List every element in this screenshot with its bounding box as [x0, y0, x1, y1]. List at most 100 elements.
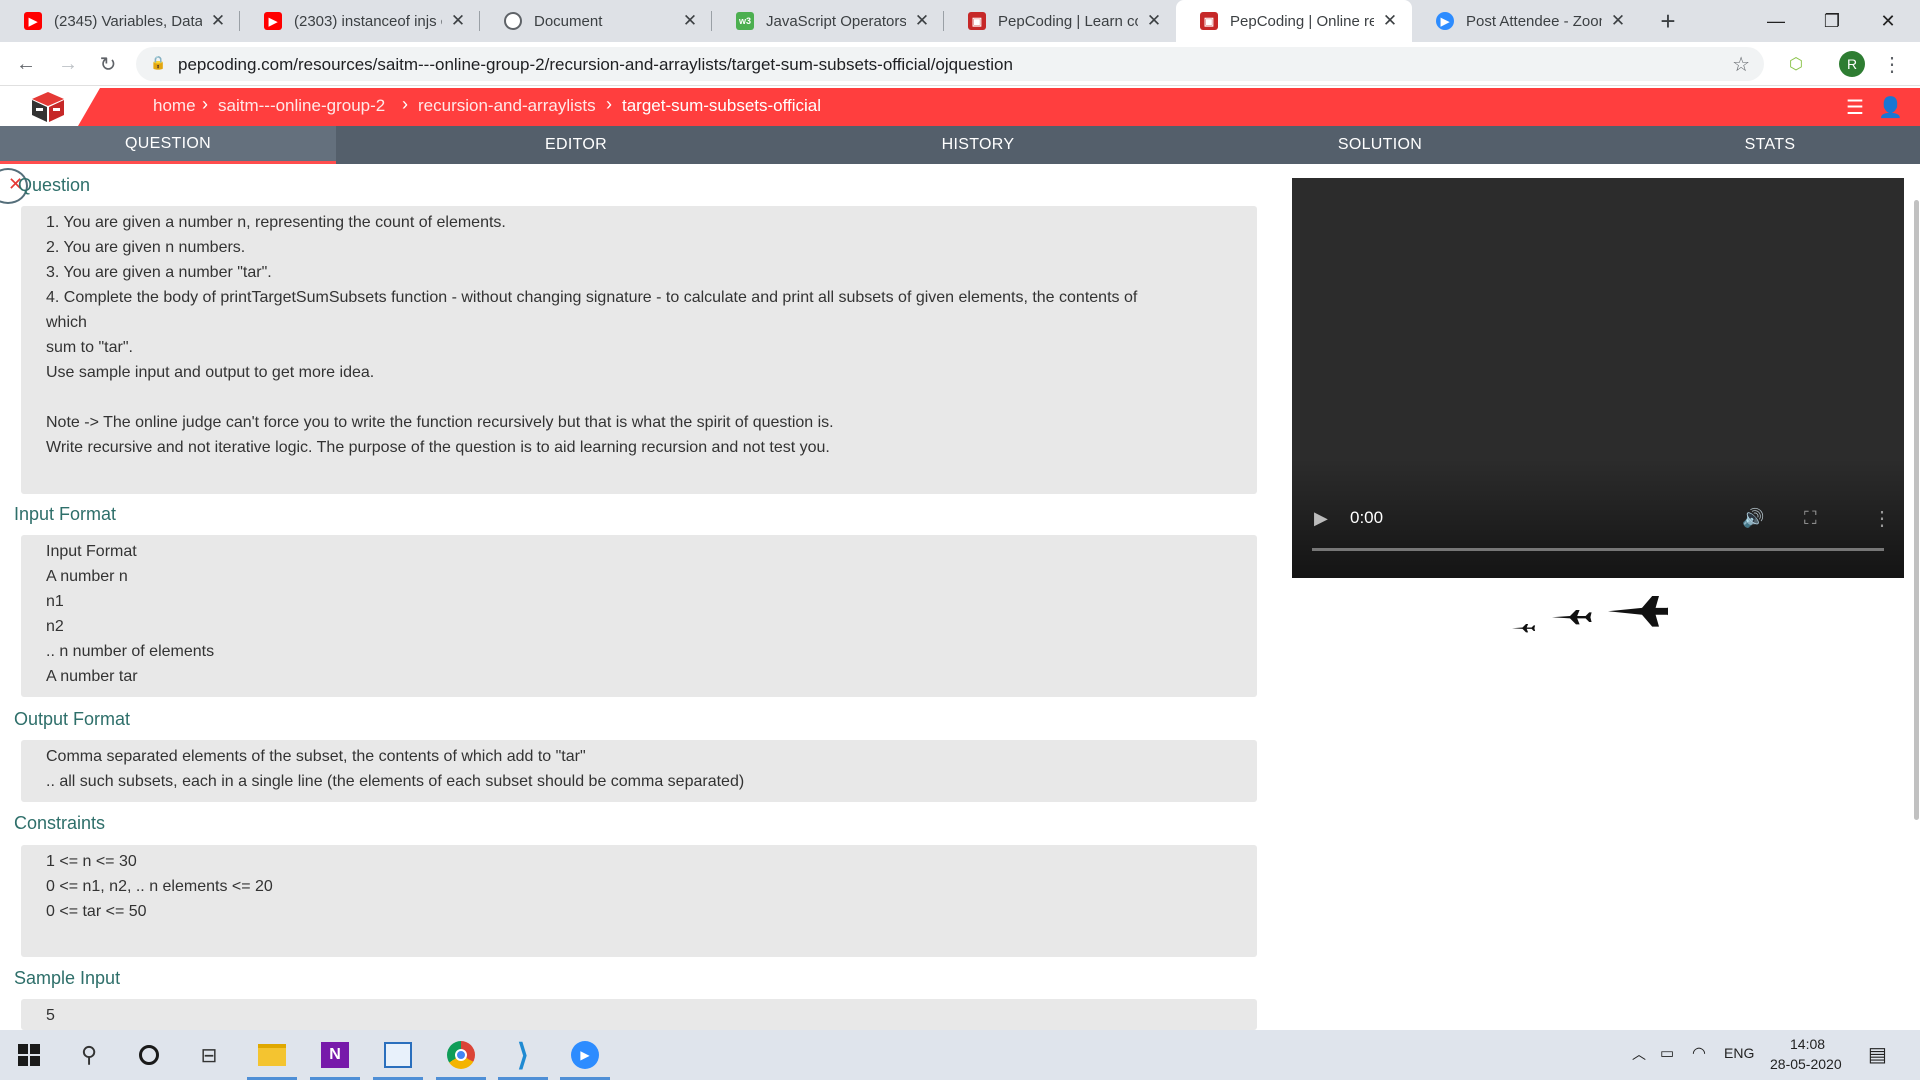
close-tab-icon[interactable]: ✕: [1144, 11, 1164, 31]
tab-title: (2345) Variables, Data T: [54, 12, 202, 30]
playback-speed-icons[interactable]: [1508, 596, 1668, 642]
zoom-icon: ▶: [1436, 12, 1454, 30]
tab-title: Document: [534, 12, 603, 30]
url-text[interactable]: pepcoding.com/resources/saitm---online-g…: [178, 55, 1013, 75]
start-button[interactable]: [0, 1030, 58, 1080]
input-format-box: Input Format A number n n1 n2 .. n numbe…: [21, 535, 1257, 697]
tab-history[interactable]: HISTORY: [816, 126, 1140, 164]
input-format-line: A number tar: [46, 668, 138, 685]
browser-tab-strip: ▶ (2345) Variables, Data T ✕ ▶ (2303) in…: [0, 0, 1920, 42]
clock-date[interactable]: 28-05-2020: [1770, 1056, 1842, 1072]
chrome-menu-icon[interactable]: ⋮: [1878, 50, 1906, 78]
user-icon[interactable]: 👤: [1878, 95, 1903, 120]
input-format-line: A number n: [46, 568, 128, 585]
browser-tab-active[interactable]: ▣ PepCoding | Online res ✕: [1176, 0, 1412, 42]
breadcrumb-topic[interactable]: recursion-and-arraylists: [418, 96, 596, 116]
speed-fast-icon: [1608, 596, 1668, 627]
extension-icon[interactable]: ⬡: [1782, 50, 1810, 78]
browser-tab[interactable]: ▶ (2345) Variables, Data T ✕: [0, 0, 240, 42]
globe-icon: [504, 12, 522, 30]
question-line: sum to "tar".: [46, 339, 133, 356]
section-title-output-format: Output Format: [14, 709, 131, 729]
browser-tab[interactable]: ▶ Post Attendee - Zoom ✕: [1412, 0, 1640, 42]
question-line: which: [46, 314, 87, 331]
browser-tab[interactable]: w3 JavaScript Operators ✕: [712, 0, 944, 42]
site-header: home › saitm---online-group-2 › recursio…: [0, 88, 1920, 126]
chevron-right-icon: ›: [606, 94, 612, 114]
zoom-icon[interactable]: ▶: [556, 1030, 614, 1080]
tab-stats[interactable]: STATS: [1620, 126, 1920, 164]
section-title-input-format: Input Format: [14, 504, 117, 524]
breadcrumb-home[interactable]: home: [153, 96, 196, 116]
lock-icon: 🔒: [150, 55, 167, 70]
question-line: 2. You are given n numbers.: [46, 239, 246, 256]
search-icon[interactable]: ⚲: [60, 1030, 118, 1080]
volume-icon[interactable]: 🔊: [1742, 508, 1764, 529]
forward-icon[interactable]: →: [54, 50, 82, 78]
question-line: Write recursive and not iterative logic.…: [46, 439, 830, 456]
pepcoding-icon: ▣: [968, 12, 986, 30]
chevron-up-icon[interactable]: ︿: [1632, 1044, 1646, 1064]
clock-time[interactable]: 14:08: [1790, 1036, 1825, 1052]
close-tab-icon[interactable]: ✕: [680, 11, 700, 31]
windows-logo-icon: [18, 1044, 40, 1066]
task-view-icon[interactable]: ⊟: [180, 1030, 238, 1080]
restore-button[interactable]: ❐: [1804, 0, 1860, 42]
close-tab-icon[interactable]: ✕: [1608, 11, 1628, 31]
vscode-icon[interactable]: ⟩: [494, 1030, 552, 1080]
back-icon[interactable]: ←: [12, 50, 40, 78]
speed-medium-icon: [1552, 610, 1592, 625]
breadcrumb-group[interactable]: saitm---online-group-2: [218, 96, 385, 116]
w3schools-icon: w3: [736, 12, 754, 30]
constraints-line: 1 <= n <= 30: [46, 853, 137, 870]
file-explorer-icon[interactable]: [243, 1030, 301, 1080]
new-tab-button[interactable]: +: [1640, 0, 1696, 42]
snip-icon[interactable]: [369, 1030, 427, 1080]
page-scrollbar[interactable]: [1914, 200, 1919, 820]
minimize-button[interactable]: —: [1748, 0, 1804, 42]
video-time: 0:00: [1350, 508, 1384, 527]
question-line: 1. You are given a number n, representin…: [46, 214, 506, 231]
close-tab-icon[interactable]: ✕: [448, 11, 468, 31]
youtube-icon: ▶: [264, 12, 282, 30]
notifications-icon[interactable]: ▤: [1868, 1042, 1887, 1067]
input-format-line: n2: [46, 618, 64, 635]
avatar: R: [1839, 51, 1865, 77]
video-player[interactable]: ▶ 0:00 🔊 ⛶ ⋮: [1292, 178, 1904, 578]
play-icon[interactable]: ▶: [1314, 508, 1328, 529]
close-window-button[interactable]: ✕: [1860, 0, 1916, 42]
question-line: Note -> The online judge can't force you…: [46, 414, 834, 431]
question-line: [46, 385, 1257, 410]
address-bar[interactable]: 🔒 pepcoding.com/resources/saitm---online…: [136, 47, 1764, 81]
tab-solution[interactable]: SOLUTION: [1140, 126, 1620, 164]
speed-slow-icon: [1512, 624, 1536, 633]
output-format-line: Comma separated elements of the subset, …: [46, 748, 586, 765]
profile-avatar[interactable]: R: [1838, 50, 1866, 78]
tab-editor[interactable]: EDITOR: [336, 126, 816, 164]
close-tab-icon[interactable]: ✕: [208, 11, 228, 31]
site-logo[interactable]: [0, 88, 100, 126]
browser-tab[interactable]: ▶ (2303) instanceof injs c ✕: [240, 0, 480, 42]
tab-title: PepCoding | Online res: [1230, 12, 1374, 30]
bookmark-star-icon[interactable]: ☆: [1732, 52, 1750, 77]
close-tab-icon[interactable]: ✕: [912, 11, 932, 31]
reload-icon[interactable]: ↻: [94, 50, 122, 78]
battery-icon[interactable]: ▭: [1660, 1044, 1674, 1062]
close-tab-icon[interactable]: ✕: [1380, 11, 1400, 31]
browser-tab[interactable]: Document ✕: [480, 0, 712, 42]
onenote-icon[interactable]: N: [306, 1030, 364, 1080]
list-menu-icon[interactable]: ☰: [1846, 95, 1864, 120]
fullscreen-icon[interactable]: ⛶: [1804, 508, 1817, 529]
section-title-constraints: Constraints: [14, 813, 106, 833]
constraints-line: 0 <= tar <= 50: [46, 903, 147, 920]
more-options-icon[interactable]: ⋮: [1872, 506, 1892, 531]
video-progress-track[interactable]: [1312, 548, 1884, 551]
constraints-box: 1 <= n <= 30 0 <= n1, n2, .. n elements …: [21, 845, 1257, 957]
chrome-icon[interactable]: [432, 1030, 490, 1080]
cortana-icon[interactable]: [120, 1030, 178, 1080]
language-indicator[interactable]: ENG: [1724, 1045, 1754, 1061]
tab-question[interactable]: QUESTION: [0, 126, 336, 164]
browser-tab[interactable]: ▣ PepCoding | Learn com ✕: [944, 0, 1176, 42]
tab-title: (2303) instanceof injs c: [294, 12, 442, 30]
wifi-icon[interactable]: ◠: [1692, 1043, 1706, 1063]
